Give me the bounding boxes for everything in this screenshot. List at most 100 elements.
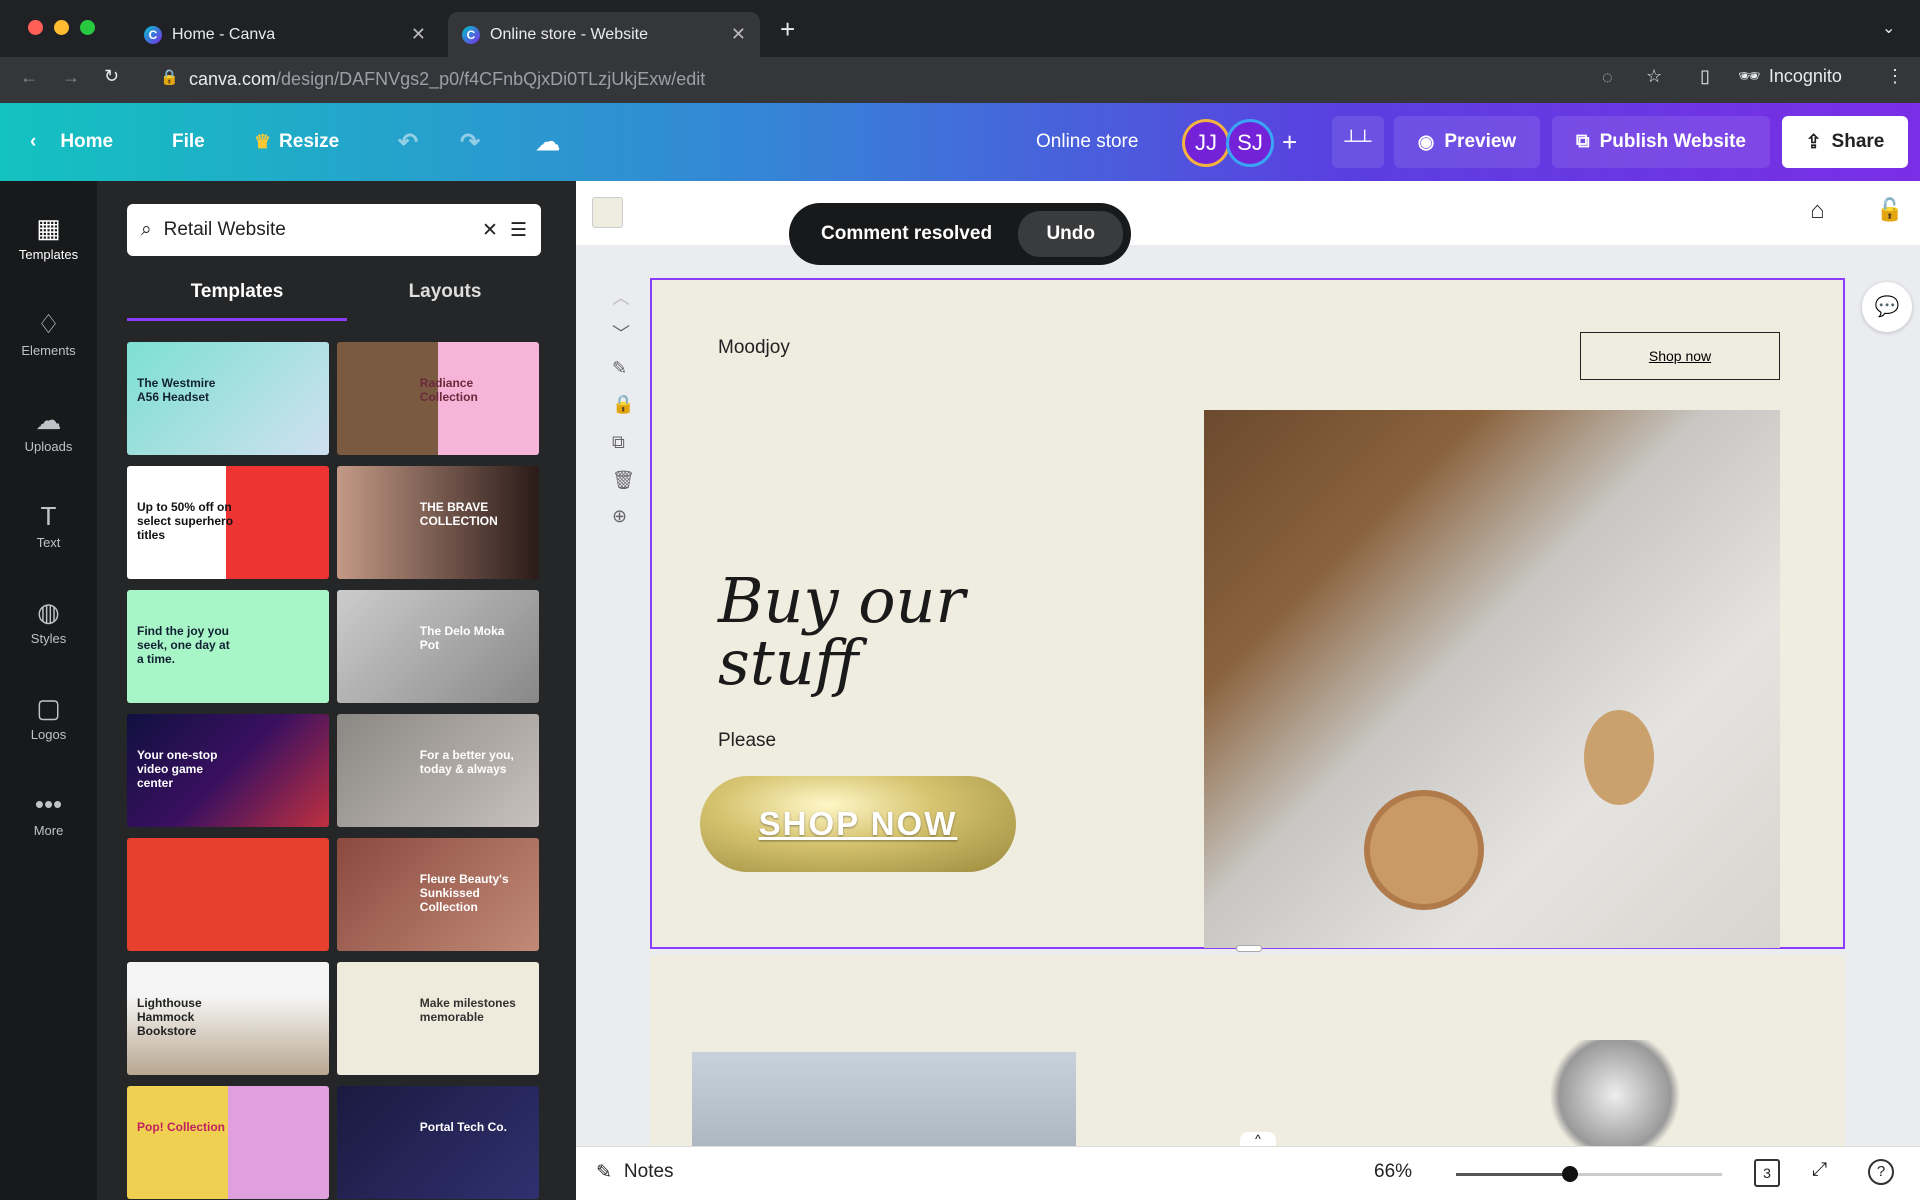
website-page-1[interactable]: Moodjoy Shop now Buy our stuff Please SH…	[650, 278, 1845, 952]
template-thumbnail[interactable]: For a better you, today & always	[337, 714, 539, 827]
add-page-icon[interactable]: ⊕	[612, 506, 627, 527]
unlock-icon[interactable]: 🔓	[1876, 197, 1903, 223]
clear-search-icon[interactable]: ✕	[482, 219, 498, 242]
template-thumbnail[interactable]: Lighthouse Hammock Bookstore	[127, 962, 329, 1075]
fullscreen-icon[interactable]: ⤢	[1812, 1159, 1827, 1181]
add-collaborator-button[interactable]: +	[1282, 103, 1297, 181]
lock-page-icon[interactable]: 🔒	[612, 394, 634, 415]
template-thumbnail[interactable]: Up to 50% off on select superhero titles	[127, 466, 329, 579]
rail-more[interactable]: ••• More	[0, 777, 97, 857]
headline[interactable]: Buy our stuff	[718, 570, 1048, 694]
canva-favicon-icon: C	[144, 25, 162, 44]
forward-icon[interactable]: →	[62, 67, 80, 88]
rail-label: Templates	[18, 247, 79, 262]
avatar-sj[interactable]: SJ	[1226, 119, 1274, 167]
rail-logos[interactable]: ▢ Logos	[0, 681, 97, 761]
search-input[interactable]: ⌕ Retail Website ✕ ☰	[127, 204, 541, 256]
rail-templates[interactable]: ▦ Templates	[0, 201, 97, 281]
back-icon[interactable]: ←	[20, 67, 38, 88]
close-window-button[interactable]	[28, 20, 43, 35]
incognito-badge[interactable]: 🕶 Incognito	[1738, 66, 1842, 87]
template-thumbnail[interactable]: THE BRAVE COLLECTION	[337, 466, 539, 579]
close-tab-icon[interactable]: ✕	[731, 24, 746, 45]
tab-list-chevron-icon[interactable]: ⌄	[1882, 18, 1895, 38]
zoom-level[interactable]: 66%	[1374, 1161, 1412, 1183]
undo-button[interactable]: Undo	[1018, 211, 1123, 257]
rail-label: Elements	[21, 343, 76, 358]
chevron-left-icon: ‹	[30, 131, 37, 152]
move-up-icon[interactable]: ︿	[612, 284, 630, 310]
template-thumbnail[interactable]: Radiance Collection	[337, 342, 539, 455]
oval-pendant	[1584, 710, 1654, 805]
home-label: Home	[60, 131, 114, 152]
browser-tab-online-store[interactable]: C Online store - Website ✕	[448, 12, 760, 57]
duplicate-page-icon[interactable]: ⧉	[612, 432, 625, 453]
paint-roller-icon[interactable]: ⌂	[1810, 197, 1825, 225]
notes-button[interactable]: ✎ Notes	[596, 1161, 674, 1184]
zoom-slider-thumb[interactable]	[1562, 1166, 1579, 1182]
shop-now-nav-button[interactable]: Shop now	[1580, 332, 1780, 380]
browser-tab-home[interactable]: C Home - Canva ✕	[130, 12, 440, 57]
sidebar-icon[interactable]: ▯	[1700, 66, 1710, 87]
diamond-ring-photo	[1540, 1040, 1690, 1146]
template-thumbnail[interactable]: Your one-stop video game center	[127, 714, 329, 827]
url-field[interactable]: canva.com/design/DAFNVgs2_p0/f4CFnbQjxDi…	[189, 69, 705, 90]
cloud-saved-icon[interactable]: ☁	[536, 103, 560, 181]
template-text: The Westmire A56 Headset	[137, 376, 216, 404]
jewelry-photo[interactable]	[1204, 410, 1780, 948]
template-thumbnail[interactable]: Portal Tech Co.	[337, 1086, 539, 1199]
templates-panel: ⌕ Retail Website ✕ ☰ Templates Layouts The …	[97, 181, 576, 1200]
template-text: Up to 50% off on select superhero titles	[137, 500, 234, 542]
file-menu-button[interactable]: File	[172, 103, 205, 181]
resize-handle[interactable]	[1236, 945, 1262, 952]
reload-icon[interactable]: ↻	[104, 66, 119, 87]
page-count-button[interactable]: 3	[1754, 1159, 1780, 1187]
share-button[interactable]: ⇪ Share	[1782, 116, 1908, 168]
rail-text[interactable]: T Text	[0, 489, 97, 569]
maximize-window-button[interactable]	[80, 20, 95, 35]
minimize-window-button[interactable]	[54, 20, 69, 35]
resize-button[interactable]: ♛ Resize	[254, 103, 339, 181]
template-thumbnail[interactable]: The Delo Moka Pot	[337, 590, 539, 703]
undo-icon[interactable]: ↶	[398, 103, 418, 181]
delete-page-icon[interactable]: 🗑	[612, 470, 635, 491]
home-button[interactable]: ‹ Home	[30, 103, 113, 181]
close-tab-icon[interactable]: ✕	[411, 24, 426, 45]
help-icon[interactable]: ?	[1868, 1159, 1894, 1185]
tab-templates[interactable]: Templates	[127, 281, 347, 321]
avatar-jj[interactable]: JJ	[1182, 119, 1230, 167]
template-thumbnail[interactable]: Find the joy you seek, one day at a time…	[127, 590, 329, 703]
new-tab-button[interactable]: +	[780, 14, 795, 45]
search-value: Retail Website	[163, 219, 286, 240]
move-down-icon[interactable]: ﹀	[612, 320, 630, 346]
redo-icon[interactable]: ↷	[460, 103, 480, 181]
eye-off-icon[interactable]: ◌	[1602, 67, 1613, 88]
template-thumbnail[interactable]: Fleure Beauty's Sunkissed Collection	[337, 838, 539, 951]
publish-website-button[interactable]: ⧉ Publish Website	[1552, 116, 1770, 168]
tab-layouts[interactable]: Layouts	[335, 281, 555, 321]
template-thumbnail[interactable]: Pop! Collection	[127, 1086, 329, 1199]
insights-button[interactable]: ┴┴	[1332, 116, 1384, 168]
rail-uploads[interactable]: ☁ Uploads	[0, 393, 97, 473]
template-thumbnail[interactable]	[127, 838, 329, 951]
rail-styles[interactable]: ◍ Styles	[0, 585, 97, 665]
template-thumbnail[interactable]: Make milestones memorable	[337, 962, 539, 1075]
background-color-swatch[interactable]	[592, 197, 623, 228]
edit-notes-icon[interactable]: ✎	[612, 358, 627, 379]
brand-name[interactable]: Moodjoy	[718, 337, 790, 359]
notes-icon: ✎	[596, 1162, 612, 1183]
star-icon[interactable]: ☆	[1646, 66, 1662, 87]
website-page-2[interactable]	[650, 955, 1845, 1146]
subtext[interactable]: Please	[718, 730, 776, 752]
preview-button[interactable]: ◉ Preview	[1394, 116, 1540, 168]
add-comment-icon[interactable]: 💬	[1862, 282, 1912, 332]
design-title[interactable]: Online store	[1036, 103, 1138, 181]
filter-sliders-icon[interactable]: ☰	[510, 219, 527, 242]
rail-elements[interactable]: ♢ Elements	[0, 297, 97, 377]
browser-menu-icon[interactable]: ⋮	[1886, 66, 1904, 87]
template-thumbnail[interactable]: The Westmire A56 Headset	[127, 342, 329, 455]
shop-now-cta-button[interactable]: SHOP NOW	[700, 776, 1016, 872]
zoom-slider[interactable]	[1456, 1166, 1722, 1182]
lock-icon: 🔒	[160, 69, 179, 86]
search-icon: ⌕	[141, 219, 152, 240]
